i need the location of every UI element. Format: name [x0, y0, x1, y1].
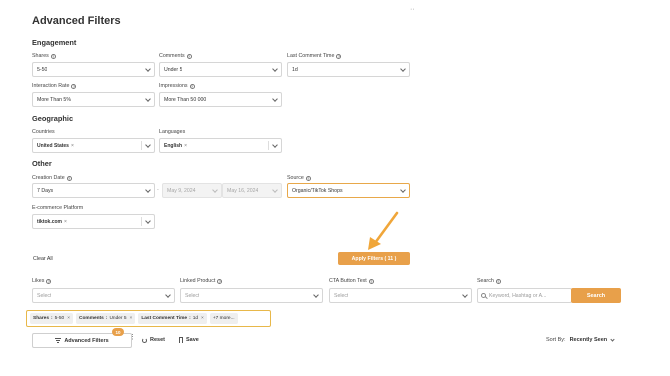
interaction-label: Interaction Rate ?	[32, 83, 77, 89]
search-button[interactable]: Search	[571, 288, 621, 303]
chevron-down-icon	[212, 186, 218, 193]
filter-icon	[55, 338, 62, 343]
panel-title: Advanced Filters	[32, 15, 121, 27]
cta-label: CTA Button Text ?	[329, 278, 374, 284]
chevron-down-icon	[145, 95, 151, 102]
active-filters-bar: Shares: 5-50 × Comments: Under 5 × Last …	[26, 310, 271, 327]
section-other: Other	[32, 159, 52, 168]
help-circle-icon[interactable]: ?	[186, 53, 192, 59]
filter-pill[interactable]: Last Comment Time: 1d ×	[138, 313, 207, 324]
source-select[interactable]: Organic/TikTok Shops	[287, 183, 410, 198]
bookmark-icon	[179, 337, 183, 343]
divider	[141, 141, 142, 150]
help-circle-icon[interactable]: ?	[217, 278, 223, 284]
chevron-down-icon	[145, 217, 151, 224]
reset-button[interactable]: Reset	[142, 337, 165, 343]
section-engagement: Engagement	[32, 38, 77, 47]
chevron-down-icon	[610, 336, 615, 342]
chevron-down-icon	[145, 141, 151, 148]
close-icon[interactable]: ×	[130, 316, 133, 321]
more-filters-pill[interactable]: +7 more...	[209, 313, 238, 324]
help-circle-icon[interactable]: ?	[189, 83, 195, 89]
search-label: Search ?	[477, 278, 501, 284]
date-range-separator: -	[157, 187, 159, 193]
chevron-down-icon	[145, 65, 151, 72]
chevron-down-icon	[165, 291, 171, 298]
cta-select[interactable]: Select	[329, 288, 472, 303]
close-icon[interactable]: ×	[64, 219, 67, 225]
panel-menu-dots[interactable]: ··	[410, 6, 415, 13]
creation-date-select[interactable]: 7 Days	[32, 183, 155, 198]
linked-product-select[interactable]: Select	[180, 288, 323, 303]
ecommerce-label: E-commerce Platform	[32, 205, 84, 211]
filter-count-badge: 10	[112, 328, 124, 336]
clear-all-link[interactable]: Clear All	[33, 256, 53, 262]
save-button[interactable]: Save	[179, 337, 199, 343]
annotation-arrow	[368, 211, 399, 250]
arrow-shaft	[373, 211, 399, 245]
divider	[141, 217, 142, 226]
languages-label: Languages	[159, 129, 186, 135]
last-comment-label: Last Comment Time ?	[287, 53, 342, 59]
likes-label: Likes ?	[32, 278, 52, 284]
interaction-select[interactable]: More Than 5%	[32, 92, 155, 107]
search-icon	[481, 293, 486, 298]
comments-label: Comments ?	[159, 53, 192, 59]
countries-label: Countries	[32, 129, 55, 135]
sort-control[interactable]: Sort By: Recently Seen	[546, 336, 615, 343]
section-geographic: Geographic	[32, 114, 74, 123]
chevron-down-icon	[272, 186, 278, 193]
help-circle-icon[interactable]: ?	[336, 53, 342, 59]
close-icon[interactable]: ×	[184, 143, 187, 149]
filter-pill[interactable]: Shares: 5-50 ×	[30, 313, 74, 324]
date-to-input: May 16, 2024	[222, 183, 282, 198]
close-icon[interactable]: ×	[71, 143, 74, 149]
search-input[interactable]: Keyword, Hashtag or A...	[477, 288, 572, 303]
chevron-down-icon	[313, 291, 319, 298]
more-vertical-icon[interactable]: ⋮	[129, 334, 136, 341]
likes-select[interactable]: Select	[32, 288, 175, 303]
chevron-down-icon	[400, 65, 406, 72]
chevron-down-icon	[462, 291, 468, 298]
divider	[268, 141, 269, 150]
help-circle-icon[interactable]: ?	[495, 278, 501, 284]
help-circle-icon[interactable]: ?	[368, 278, 374, 284]
shares-select[interactable]: 5-50	[32, 62, 155, 77]
help-circle-icon[interactable]: ?	[71, 83, 77, 89]
comments-select[interactable]: Under 5	[159, 62, 282, 77]
apply-filters-button[interactable]: Apply Filters ( 11 )	[338, 252, 410, 265]
chevron-down-icon	[272, 141, 278, 148]
close-icon[interactable]: ×	[201, 316, 204, 321]
impressions-select[interactable]: More Than 50 000	[159, 92, 282, 107]
language-chip: English ×	[164, 142, 187, 149]
reset-icon	[142, 337, 147, 343]
help-circle-icon[interactable]: ?	[305, 175, 311, 181]
chevron-down-icon	[145, 186, 151, 193]
last-comment-select[interactable]: 1d	[287, 62, 410, 77]
close-icon[interactable]: ×	[67, 316, 70, 321]
date-from-input: May 9, 2024	[162, 183, 222, 198]
countries-multiselect[interactable]: United States ×	[32, 138, 155, 153]
chevron-down-icon	[272, 65, 278, 72]
help-circle-icon[interactable]: ?	[50, 53, 56, 59]
help-circle-icon[interactable]: ?	[66, 175, 72, 181]
linked-product-label: Linked Product ?	[180, 278, 223, 284]
source-label: Source ?	[287, 175, 311, 181]
creation-date-label: Creation Date ?	[32, 175, 72, 181]
impressions-label: Impressions ?	[159, 83, 195, 89]
ecommerce-multiselect[interactable]: tiktok.com ×	[32, 214, 155, 229]
platform-chip: tiktok.com ×	[37, 218, 67, 225]
chevron-down-icon	[272, 95, 278, 102]
filter-pill[interactable]: Comments: Under 5 ×	[76, 313, 136, 324]
country-chip: United States ×	[37, 142, 74, 149]
chevron-down-icon	[400, 186, 406, 193]
help-circle-icon[interactable]: ?	[46, 278, 52, 284]
languages-multiselect[interactable]: English ×	[159, 138, 282, 153]
shares-label: Shares ?	[32, 53, 56, 59]
